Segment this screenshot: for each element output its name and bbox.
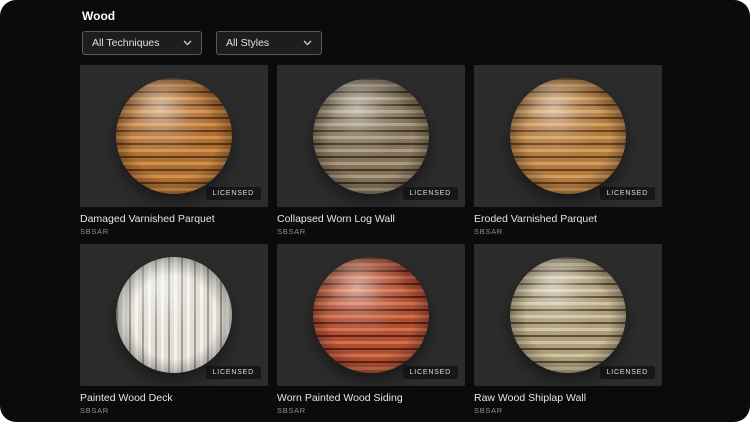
- material-title[interactable]: Collapsed Worn Log Wall: [277, 213, 465, 225]
- material-format: SBSAR: [277, 227, 306, 236]
- material-thumbnail[interactable]: LICENSED: [474, 244, 662, 386]
- material-format: SBSAR: [277, 406, 306, 415]
- material-sphere-image: [116, 257, 232, 373]
- filter-bar: All Techniques All Styles: [82, 31, 734, 55]
- material-title[interactable]: Worn Painted Wood Siding: [277, 392, 465, 404]
- chevron-down-icon: [183, 40, 192, 46]
- licensed-badge: LICENSED: [402, 366, 458, 379]
- material-sphere-image: [116, 78, 232, 194]
- material-card[interactable]: LICENSED Painted Wood Deck SBSAR: [80, 244, 268, 415]
- material-thumbnail[interactable]: LICENSED: [277, 65, 465, 207]
- styles-dropdown-value: All Styles: [226, 37, 270, 49]
- materials-grid: LICENSED Damaged Varnished Parquet SBSAR…: [80, 65, 734, 415]
- assets-browser-panel: Wood All Techniques All Styles LICENSED: [0, 0, 750, 422]
- licensed-badge: LICENSED: [599, 187, 655, 200]
- material-card[interactable]: LICENSED Collapsed Worn Log Wall SBSAR: [277, 65, 465, 236]
- material-format: SBSAR: [80, 406, 109, 415]
- material-sphere-image: [313, 257, 429, 373]
- material-title[interactable]: Eroded Varnished Parquet: [474, 213, 662, 225]
- material-thumbnail[interactable]: LICENSED: [80, 65, 268, 207]
- material-sphere-image: [510, 257, 626, 373]
- material-card[interactable]: LICENSED Raw Wood Shiplap Wall SBSAR: [474, 244, 662, 415]
- styles-dropdown[interactable]: All Styles: [216, 31, 322, 55]
- material-title[interactable]: Damaged Varnished Parquet: [80, 213, 268, 225]
- chevron-down-icon: [303, 40, 312, 46]
- licensed-badge: LICENSED: [599, 366, 655, 379]
- material-format: SBSAR: [474, 406, 503, 415]
- material-thumbnail[interactable]: LICENSED: [474, 65, 662, 207]
- techniques-dropdown[interactable]: All Techniques: [82, 31, 202, 55]
- licensed-badge: LICENSED: [205, 366, 261, 379]
- material-title[interactable]: Painted Wood Deck: [80, 392, 268, 404]
- page-title: Wood: [82, 9, 116, 23]
- material-sphere-image: [510, 78, 626, 194]
- content-area: Wood All Techniques All Styles LICENSED: [0, 0, 750, 415]
- material-card[interactable]: LICENSED Worn Painted Wood Siding SBSAR: [277, 244, 465, 415]
- licensed-badge: LICENSED: [402, 187, 458, 200]
- material-format: SBSAR: [474, 227, 503, 236]
- material-sphere-image: [313, 78, 429, 194]
- material-card[interactable]: LICENSED Eroded Varnished Parquet SBSAR: [474, 65, 662, 236]
- licensed-badge: LICENSED: [205, 187, 261, 200]
- techniques-dropdown-value: All Techniques: [92, 37, 160, 49]
- material-format: SBSAR: [80, 227, 109, 236]
- material-thumbnail[interactable]: LICENSED: [277, 244, 465, 386]
- material-thumbnail[interactable]: LICENSED: [80, 244, 268, 386]
- material-title[interactable]: Raw Wood Shiplap Wall: [474, 392, 662, 404]
- material-card[interactable]: LICENSED Damaged Varnished Parquet SBSAR: [80, 65, 268, 236]
